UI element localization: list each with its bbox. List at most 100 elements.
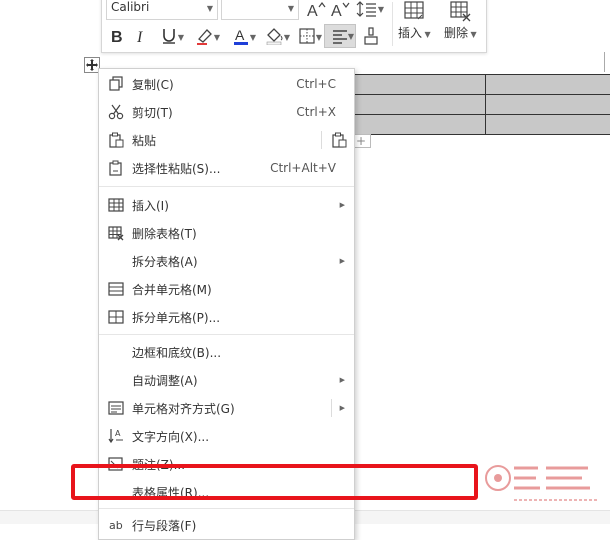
line-spacing-button[interactable]: ▼ — [354, 0, 384, 20]
chevron-down-icon[interactable]: ▼ — [422, 30, 431, 39]
menu-item-split-table[interactable]: 拆分表格(A) ▶ — [99, 248, 354, 274]
menu-item-split-cells[interactable]: 拆分单元格(P)... — [99, 304, 354, 330]
format-painter-button[interactable] — [360, 26, 382, 46]
highlight-button[interactable]: ▼ — [190, 26, 220, 46]
text-direction-icon: A — [107, 428, 124, 445]
submenu-arrow-icon: ▶ — [339, 376, 345, 384]
highlighter-icon — [197, 29, 212, 45]
align-button[interactable]: ▼ — [324, 24, 356, 48]
menu-item-partial[interactable]: ab 行与段落(F) — [99, 512, 354, 538]
underline-icon — [163, 29, 175, 44]
bold-button[interactable]: B — [108, 26, 126, 46]
menu-item-label: 复制(C) — [132, 77, 174, 92]
table-row-line — [350, 114, 610, 115]
italic-button[interactable]: I — [132, 26, 150, 46]
svg-text:A: A — [331, 3, 342, 18]
insert-button[interactable]: 插入 ▼ — [398, 0, 431, 41]
svg-text:I: I — [136, 29, 143, 45]
watermark-logo — [478, 458, 608, 508]
menu-item-label: 单元格对齐方式(G) — [132, 401, 235, 416]
menu-item-label: 边框和底纹(B)... — [132, 345, 222, 360]
table-delete-icon — [450, 1, 471, 22]
fill-color-button[interactable]: ▼ — [260, 26, 290, 46]
mini-toolbar: Calibri ▼ ▼ A A ▼ B I ▼ ▼ A ▼ ▼ ▼ ▼ 插入 ▼… — [101, 0, 487, 53]
chevron-down-icon[interactable]: ▼ — [288, 4, 294, 13]
chevron-down-icon[interactable]: ▼ — [378, 5, 384, 14]
menu-item-label: 插入(I) — [132, 198, 169, 213]
chevron-down-icon[interactable]: ▼ — [468, 30, 477, 39]
insert-label: 插入 — [398, 26, 423, 40]
menu-item-paste-special[interactable]: 选择性粘贴(S)... Ctrl+Alt+V — [99, 155, 354, 181]
menu-item-shortcut: Ctrl+Alt+V — [270, 161, 336, 175]
split-separator — [321, 131, 322, 149]
menu-item-label: 粘贴 — [132, 133, 157, 148]
paste-options-icon[interactable] — [330, 132, 347, 149]
menu-item-label: 文字方向(X)... — [132, 429, 210, 444]
font-name-box[interactable]: Calibri ▼ — [106, 0, 218, 20]
chevron-down-icon[interactable]: ▼ — [214, 33, 220, 42]
paint-bucket-icon — [266, 28, 283, 45]
border-grid-icon — [299, 28, 315, 44]
font-color-button[interactable]: A ▼ — [226, 26, 256, 46]
menu-item-label: 选择性粘贴(S)... — [132, 161, 221, 176]
submenu-arrow-icon: ▶ — [339, 201, 345, 209]
borders-button[interactable]: ▼ — [292, 26, 322, 46]
grow-font-button[interactable]: A — [306, 0, 326, 20]
menu-item-delete-table[interactable]: 删除表格(T) — [99, 220, 354, 246]
menu-item-cell-alignment[interactable]: 单元格对齐方式(G) ▶ — [99, 395, 354, 421]
shrink-font-icon: A — [331, 2, 350, 18]
menu-item-insert[interactable]: 插入(I) ▶ — [99, 192, 354, 218]
chevron-down-icon[interactable]: ▼ — [284, 33, 290, 42]
menu-item-label: 行与段落(F) — [132, 518, 197, 533]
highlight-box — [71, 464, 478, 500]
merge-cells-icon — [107, 281, 124, 298]
bold-icon: B — [111, 29, 123, 45]
paste-special-icon — [107, 160, 124, 177]
menu-item-text-direction[interactable]: A 文字方向(X)... — [99, 423, 354, 449]
menu-item-label: 剪切(T) — [132, 105, 173, 120]
toolbar-separator — [392, 2, 393, 46]
svg-text:A: A — [307, 3, 318, 18]
chevron-down-icon[interactable]: ▼ — [207, 4, 213, 13]
add-row-symbol: + — [355, 134, 367, 148]
svg-text:A: A — [115, 429, 121, 438]
chevron-down-icon[interactable]: ▼ — [316, 33, 322, 42]
menu-item-borders-shading[interactable]: 边框和底纹(B)... — [99, 339, 354, 365]
menu-item-merge-cells[interactable]: 合并单元格(M) — [99, 276, 354, 302]
menu-item-shortcut: Ctrl+X — [296, 105, 336, 119]
delete-label: 删除 — [444, 26, 469, 40]
underline-button[interactable]: ▼ — [154, 26, 184, 46]
font-name-value: Calibri — [111, 0, 150, 14]
svg-text:B: B — [111, 29, 123, 45]
copy-icon — [107, 76, 124, 93]
menu-item-cut[interactable]: 剪切(T) Ctrl+X — [99, 99, 354, 125]
italic-icon: I — [136, 29, 143, 45]
delete-button[interactable]: 删除 ▼ — [444, 0, 477, 41]
menu-item-paste[interactable]: 粘贴 — [99, 127, 354, 153]
paragraph-icon: ab — [107, 517, 124, 534]
font-size-box[interactable]: ▼ — [221, 0, 299, 20]
shrink-font-button[interactable]: A — [330, 0, 350, 20]
split-separator — [331, 399, 332, 417]
menu-item-label: 删除表格(T) — [132, 226, 197, 241]
menu-item-label: 拆分表格(A) — [132, 254, 198, 269]
menu-item-label: 拆分单元格(P)... — [132, 310, 221, 325]
format-painter-icon — [364, 27, 378, 45]
menu-separator — [99, 186, 354, 187]
clipboard-icon — [107, 132, 124, 149]
menu-separator — [99, 508, 354, 509]
submenu-arrow-icon[interactable]: ▶ — [340, 404, 345, 412]
chevron-down-icon[interactable]: ▼ — [250, 33, 256, 42]
table-insert-icon — [107, 197, 124, 214]
svg-text:ab: ab — [109, 519, 123, 532]
table-column-line — [485, 75, 486, 134]
chevron-down-icon[interactable]: ▼ — [348, 32, 354, 41]
move-arrows-icon — [86, 59, 98, 71]
menu-item-copy[interactable]: 复制(C) Ctrl+C — [99, 71, 354, 97]
menu-item-label: 自动调整(A) — [132, 373, 198, 388]
submenu-arrow-icon: ▶ — [339, 257, 345, 265]
document-table[interactable] — [350, 74, 610, 135]
chevron-down-icon[interactable]: ▼ — [178, 33, 184, 42]
svg-text:A: A — [235, 27, 245, 43]
menu-item-autofit[interactable]: 自动调整(A) ▶ — [99, 367, 354, 393]
